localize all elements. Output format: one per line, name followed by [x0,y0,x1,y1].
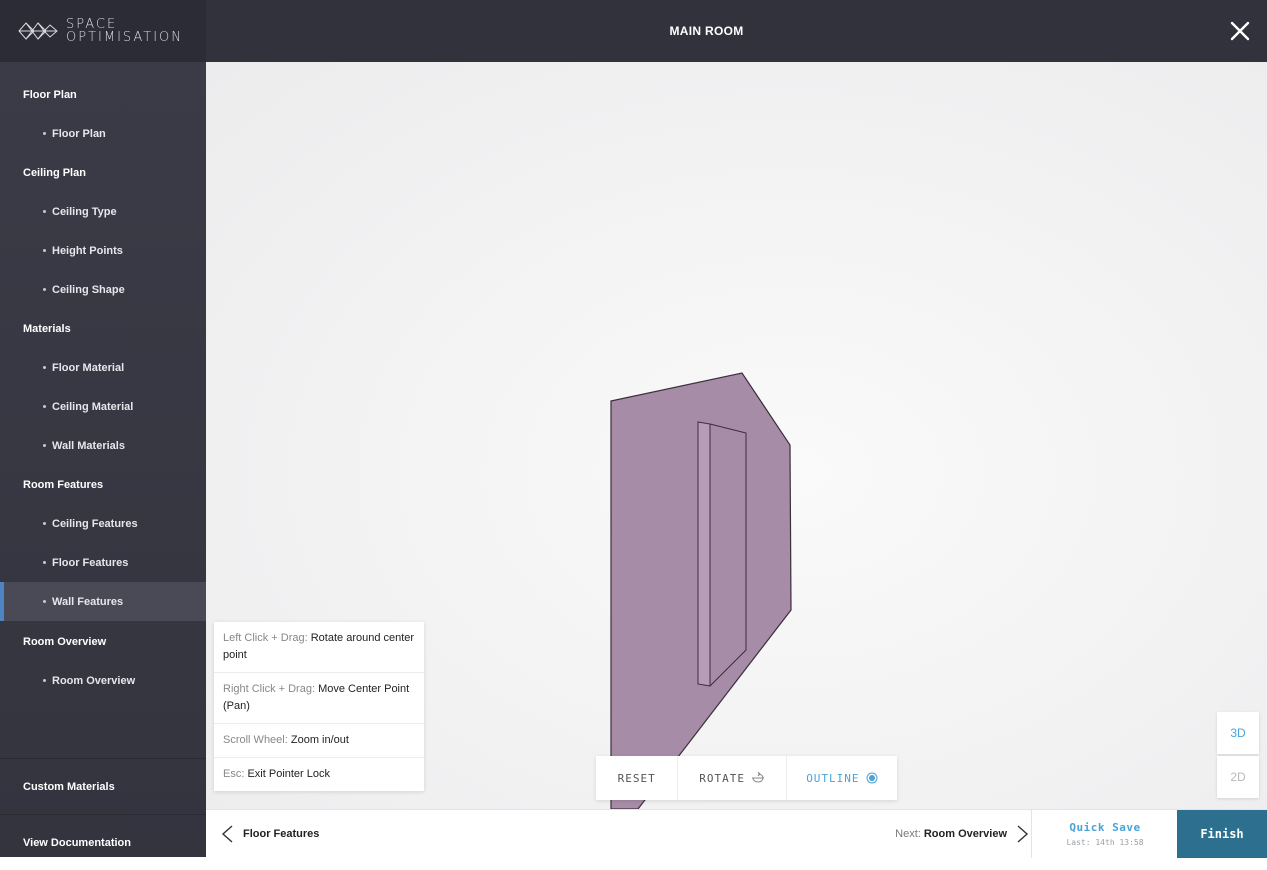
help-value: Exit Pointer Lock [247,768,331,780]
sidebar-item-label: Room Overview [52,674,136,687]
help-value: Zoom in/out [290,734,349,746]
controls-help-panel: Left Click + Drag: Rotate around center … [214,622,424,791]
sidebar-item-label: Ceiling Material [52,400,134,413]
bullet-icon [43,444,46,447]
help-key: Scroll Wheel: [223,734,288,746]
help-key: Left Click + Drag: [223,632,308,644]
page-title: MAIN ROOM [669,24,744,38]
view-2d-button[interactable]: 2D [1217,756,1259,798]
help-row-scroll: Scroll Wheel: Zoom in/out [214,724,424,758]
step-footer: Floor Features Next: Room Overview Quick… [206,809,1267,858]
sidebar-item-label: Ceiling Features [52,517,138,530]
sidebar-item-ceiling-shape[interactable]: Ceiling Shape [0,270,206,309]
close-button[interactable] [1225,16,1255,46]
view-2d-label: 2D [1230,770,1246,784]
next-step-button[interactable]: Next: Room Overview [866,810,1030,858]
custom-materials-link[interactable]: Custom Materials [0,758,206,814]
close-icon [1230,21,1250,41]
bullet-icon [43,561,46,564]
chevron-left-icon [221,825,233,843]
bullet-icon [43,522,46,525]
sidebar-section-room-overview[interactable]: Room Overview [0,622,206,661]
help-row-esc: Esc: Exit Pointer Lock [214,758,424,791]
chevron-right-icon [1017,825,1029,843]
sidebar-item-wall-features[interactable]: Wall Features [0,582,206,621]
reset-button[interactable]: RESET [596,756,679,800]
next-step-label: Room Overview [923,828,1007,840]
sidebar-item-label: Floor Features [52,556,129,569]
sidebar-item-label: Floor Material [52,361,125,374]
help-key: Esc: [223,768,245,780]
sidebar-item-label: Floor Plan [52,127,106,140]
last-saved-timestamp: Last: 14th 13:58 [1066,838,1144,847]
view-toolbar: RESET ROTATE OUTLINE [596,756,897,800]
reset-label: RESET [617,771,656,785]
custom-materials-label: Custom Materials [23,780,115,793]
sidebar-item-ceiling-features[interactable]: Ceiling Features [0,504,206,543]
app-logo[interactable]: SPACE OPTIMISATION [0,0,206,62]
logo-text: SPACE OPTIMISATION [66,18,183,44]
sidebar-item-label: Ceiling Type [52,205,117,218]
quick-save-button[interactable]: Quick Save Last: 14th 13:58 [1031,810,1178,858]
sidebar-item-room-overview[interactable]: Room Overview [0,661,206,700]
logo-line-2: OPTIMISATION [66,30,184,45]
bullet-icon [43,600,46,603]
view-documentation-link[interactable]: View Documentation [0,814,206,870]
bullet-icon [43,366,46,369]
bullet-icon [43,132,46,135]
rotate-button[interactable]: ROTATE [678,756,787,800]
bullet-icon [43,288,46,291]
previous-step-label: Floor Features [243,828,320,840]
wall-feature-inner-face [697,421,711,687]
view-3d-button[interactable]: 3D [1217,712,1259,754]
rotate-label: ROTATE [699,771,745,785]
previous-step-button[interactable]: Floor Features [206,810,319,858]
sidebar-item-label: Ceiling Shape [52,283,125,296]
outline-label: OUTLINE [806,771,860,785]
view-documentation-label: View Documentation [23,836,131,849]
sidebar-item-label: Room Overview [23,635,107,648]
sidebar-item-ceiling-material[interactable]: Ceiling Material [0,387,206,426]
radio-selected-icon [866,772,878,784]
finish-button[interactable]: Finish [1177,810,1267,858]
sidebar-section-ceiling-plan[interactable]: Ceiling Plan [0,153,206,192]
sidebar-item-label: Floor Plan [23,88,77,101]
sidebar-item-label: Wall Features [52,595,124,608]
logo-icon [18,22,58,40]
sidebar-item-height-points[interactable]: Height Points [0,231,206,270]
top-bar: SPACE OPTIMISATION MAIN ROOM [0,0,1267,62]
help-row-left-click: Left Click + Drag: Rotate around center … [214,622,424,673]
next-key-label: Next: [895,828,921,840]
help-key: Right Click + Drag: [223,683,316,695]
bullet-icon [43,249,46,252]
help-row-right-click: Right Click + Drag: Move Center Point (P… [214,673,424,724]
sidebar-item-wall-materials[interactable]: Wall Materials [0,426,206,465]
bullet-icon [43,679,46,682]
sidebar-item-floor-features[interactable]: Floor Features [0,543,206,582]
view-3d-label: 3D [1230,726,1246,740]
sidebar-section-floor-plan[interactable]: Floor Plan [0,75,206,114]
bullet-icon [43,210,46,213]
sidebar-item-ceiling-type[interactable]: Ceiling Type [0,192,206,231]
sidebar-item-label: Room Features [23,478,104,491]
finish-label: Finish [1200,827,1244,841]
sidebar-item-floor-plan[interactable]: Floor Plan [0,114,206,153]
sidebar-item-label: Ceiling Plan [23,166,86,179]
sidebar-item-label: Height Points [52,244,123,257]
rotate-icon [751,772,764,783]
bullet-icon [43,405,46,408]
sidebar-section-room-features[interactable]: Room Features [0,465,206,504]
sidebar-item-label: Materials [23,322,71,335]
quick-save-label: Quick Save [1069,821,1141,834]
sidebar: Floor Plan Floor Plan Ceiling Plan Ceili… [0,62,206,857]
sidebar-section-materials[interactable]: Materials [0,309,206,348]
sidebar-item-label: Wall Materials [52,439,125,452]
sidebar-item-floor-material[interactable]: Floor Material [0,348,206,387]
outline-toggle[interactable]: OUTLINE [787,756,897,800]
